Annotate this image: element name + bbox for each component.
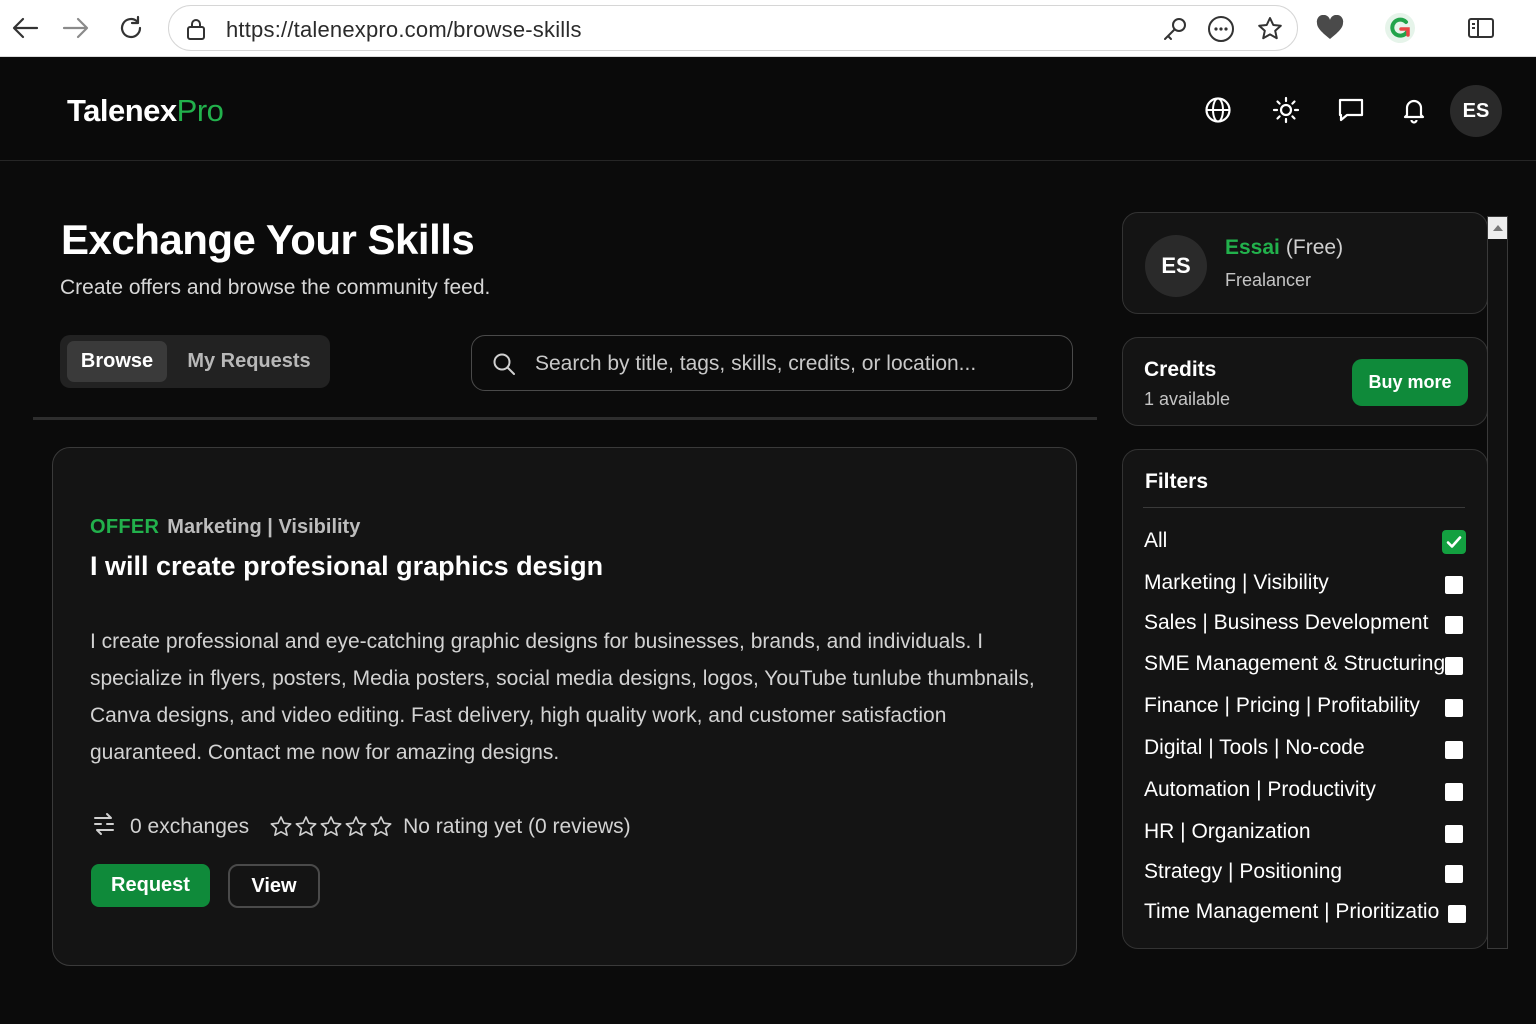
card-category: Marketing | Visibility: [167, 516, 361, 538]
view-button[interactable]: View: [228, 864, 320, 908]
filter-label: All: [1144, 529, 1168, 552]
rating-stars: [269, 815, 393, 839]
app-header: TalenexPro ES: [0, 58, 1536, 161]
card-title[interactable]: I will create profesional graphics desig…: [90, 551, 603, 582]
favorite-star-icon[interactable]: [1255, 14, 1285, 44]
profile-name-line: Essai (Free): [1225, 236, 1343, 260]
filter-item-hr[interactable]: HR | Organization: [1144, 820, 1466, 850]
exchange-icon: [90, 810, 118, 844]
refresh-icon[interactable]: [111, 8, 151, 48]
profile-role: Frealancer: [1225, 270, 1312, 290]
checkmark-icon: [1446, 536, 1462, 548]
star-empty-icon: [320, 816, 342, 836]
card-meta: OFFER Marketing | Visibility: [90, 516, 360, 539]
user-avatar[interactable]: ES: [1450, 85, 1502, 137]
skill-card: OFFER Marketing | Visibility I will creat…: [52, 447, 1077, 966]
card-stats: 0 exchanges No rating yet (0 reviews): [90, 812, 631, 842]
star-empty-icon: [270, 816, 292, 836]
tab-my-requests[interactable]: My Requests: [176, 341, 322, 382]
filter-checkbox[interactable]: [1445, 865, 1463, 883]
sidebar-toggle-icon[interactable]: [1461, 8, 1501, 48]
page-subtitle: Create offers and browse the community f…: [60, 276, 491, 299]
tab-browse[interactable]: Browse: [67, 341, 167, 382]
filter-item-sme[interactable]: SME Management & Structuring: [1144, 652, 1466, 682]
section-divider: [33, 417, 1097, 420]
search-icon: [492, 352, 516, 381]
filter-label: Strategy | Positioning: [1144, 860, 1343, 883]
star-empty-icon: [295, 816, 317, 836]
filter-label: HR | Organization: [1144, 820, 1311, 843]
sidebar-scrollbar[interactable]: [1487, 216, 1508, 949]
star-empty-icon: [370, 816, 392, 836]
filters-panel: Filters All Marketing | Visibility Sales…: [1122, 449, 1488, 949]
filter-label: Finance | Pricing | Profitability: [1144, 694, 1420, 717]
url-text[interactable]: https://talenexpro.com/browse-skills: [226, 17, 582, 43]
filter-checkbox[interactable]: [1445, 783, 1463, 801]
search-placeholder: Search by title, tags, skills, credits, …: [535, 352, 977, 375]
back-arrow-icon[interactable]: [5, 8, 45, 48]
filter-label: Automation | Productivity: [1144, 778, 1376, 801]
filter-label: Marketing | Visibility: [1144, 571, 1329, 594]
logo-text-primary: Talenex: [67, 93, 177, 128]
filter-label: Time Management | Prioritizatio: [1144, 900, 1440, 923]
filter-item-all[interactable]: All: [1144, 529, 1466, 559]
address-bar[interactable]: https://talenexpro.com/browse-skills: [168, 5, 1298, 51]
theme-sun-icon[interactable]: [1268, 92, 1304, 128]
request-button[interactable]: Request: [91, 864, 210, 907]
scroll-up-arrow-icon[interactable]: [1488, 217, 1507, 239]
lock-icon: [185, 17, 207, 46]
filter-label: SME Management & Structuring: [1144, 652, 1446, 675]
offer-badge: OFFER: [90, 516, 160, 538]
filter-item-marketing[interactable]: Marketing | Visibility: [1144, 571, 1466, 601]
profile-panel: ES Essai (Free) Frealancer: [1122, 212, 1488, 314]
filter-label: Sales | Business Development: [1144, 611, 1429, 634]
filter-item-automation[interactable]: Automation | Productivity: [1144, 778, 1466, 808]
heart-extension-icon[interactable]: [1310, 8, 1350, 48]
filter-checkbox[interactable]: [1445, 699, 1463, 717]
forward-arrow-icon[interactable]: [56, 8, 96, 48]
view-tabs: Browse My Requests: [60, 335, 330, 388]
grammar-extension-icon[interactable]: [1380, 8, 1420, 48]
filter-checkbox[interactable]: [1448, 905, 1466, 923]
rating-text: No rating yet (0 reviews): [403, 815, 631, 838]
page-title: Exchange Your Skills: [61, 216, 475, 263]
filter-item-digital[interactable]: Digital | Tools | No-code: [1144, 736, 1466, 766]
card-description: I create professional and eye-catching g…: [90, 630, 1035, 764]
filter-item-strategy[interactable]: Strategy | Positioning: [1144, 860, 1466, 890]
filters-title: Filters: [1145, 470, 1209, 493]
filter-item-sales[interactable]: Sales | Business Development: [1144, 611, 1466, 641]
buy-more-button[interactable]: Buy more: [1352, 359, 1468, 406]
credits-available: 1 available: [1144, 389, 1231, 409]
filter-checkbox[interactable]: [1442, 530, 1466, 554]
filter-checkbox[interactable]: [1445, 616, 1463, 634]
filter-checkbox[interactable]: [1445, 825, 1463, 843]
bell-icon[interactable]: [1396, 92, 1432, 128]
profile-name[interactable]: Essai: [1225, 236, 1280, 259]
key-icon[interactable]: [1160, 14, 1190, 44]
more-options-icon[interactable]: [1206, 14, 1236, 44]
filter-item-finance[interactable]: Finance | Pricing | Profitability: [1144, 694, 1466, 724]
profile-avatar[interactable]: ES: [1145, 235, 1207, 297]
logo-text-accent: Pro: [176, 93, 224, 128]
filter-checkbox[interactable]: [1445, 741, 1463, 759]
filter-item-time-management[interactable]: Time Management | Prioritizatio: [1144, 900, 1487, 930]
filter-checkbox[interactable]: [1445, 657, 1463, 675]
filters-divider: [1143, 507, 1465, 508]
credits-title: Credits: [1144, 358, 1217, 381]
chat-icon[interactable]: [1333, 92, 1369, 128]
logo[interactable]: TalenexPro: [67, 93, 224, 129]
filter-checkbox[interactable]: [1445, 576, 1463, 594]
filter-label: Digital | Tools | No-code: [1144, 736, 1365, 759]
exchange-count: 0 exchanges: [130, 815, 250, 838]
search-input[interactable]: Search by title, tags, skills, credits, …: [471, 335, 1073, 391]
profile-plan: (Free): [1285, 236, 1344, 259]
star-empty-icon: [345, 816, 367, 836]
globe-icon[interactable]: [1200, 92, 1236, 128]
browser-toolbar: https://talenexpro.com/browse-skills: [0, 0, 1536, 57]
credits-panel: Credits 1 available Buy more: [1122, 337, 1488, 426]
